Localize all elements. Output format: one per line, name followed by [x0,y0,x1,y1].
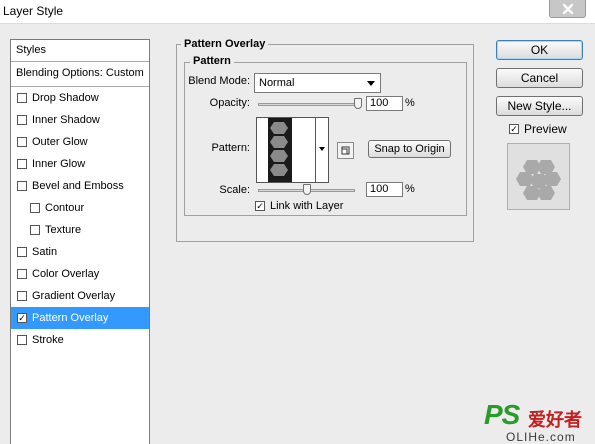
watermark-url: OLIHe.com [506,430,576,444]
opacity-slider-thumb[interactable] [354,98,362,109]
window-title: Layer Style [3,4,64,18]
scale-slider-thumb[interactable] [302,184,311,195]
dialog-body: Styles Blending Options: Custom Drop Sha… [0,24,595,444]
pattern-picker-dropdown[interactable] [316,117,329,183]
style-item-label: Bevel and Emboss [32,180,124,192]
style-item[interactable]: Contour [11,197,149,219]
blend-mode-label: Blend Mode: [188,75,250,87]
preview-label: Preview [524,122,567,136]
opacity-input[interactable]: 100 [366,96,403,111]
watermark-cn: 爱好者 [528,410,582,430]
style-item-checkbox[interactable] [17,269,27,279]
scale-label: Scale: [219,184,250,196]
style-item[interactable]: Gradient Overlay [11,285,149,307]
style-item[interactable]: Inner Glow [11,153,149,175]
watermark-logo: PS 爱好者 OLIHe.com [478,399,595,444]
link-with-layer-checkbox[interactable]: ✓ [255,201,265,211]
style-items: Drop Shadow Inner Shadow Outer Glow Inner G… [11,87,149,351]
style-item-label: Texture [45,224,82,236]
preview-checkbox[interactable]: ✓ [509,124,519,134]
style-item[interactable]: Bevel and Emboss [11,175,149,197]
style-item-label: Satin [32,246,58,258]
preview-thumbnail [507,143,570,210]
styles-list: Styles Blending Options: Custom Drop Sha… [10,39,150,444]
style-item[interactable]: Color Overlay [11,263,149,285]
style-item-checkbox[interactable] [17,247,27,257]
style-item-label: Color Overlay [32,268,100,280]
scale-unit: % [405,183,415,195]
style-item[interactable]: Outer Glow [11,131,149,153]
new-preset-button[interactable] [337,142,354,159]
ok-button[interactable]: OK [496,40,583,60]
style-item-checkbox[interactable] [17,335,27,345]
style-item-checkbox[interactable] [17,181,27,191]
blend-mode-value: Normal [259,77,295,89]
cancel-button[interactable]: Cancel [496,68,583,88]
style-item-checkbox[interactable] [30,225,40,235]
new-preset-icon [341,146,350,155]
blending-options-item[interactable]: Blending Options: Custom [11,62,149,87]
new-style-button[interactable]: New Style... [496,96,583,116]
style-item-label: Drop Shadow [32,92,99,104]
section-title: Pattern Overlay [181,38,269,50]
chevron-down-icon [319,147,325,151]
preview-row[interactable]: ✓ Preview [509,122,567,136]
style-item[interactable]: Texture [11,219,149,241]
opacity-unit: % [405,97,415,109]
watermark-ps: PS [484,399,520,430]
title-bar: Layer Style [0,0,595,24]
style-item[interactable]: Inner Shadow [11,109,149,131]
style-item-checkbox[interactable] [17,93,27,103]
style-item-label: Inner Glow [32,158,86,170]
pattern-swatch[interactable] [256,117,316,183]
style-item[interactable]: Drop Shadow [11,87,149,109]
scale-input[interactable]: 100 [366,182,403,197]
pattern-label: Pattern: [211,142,250,154]
style-item-checkbox[interactable]: ✓ [17,313,27,323]
style-item-checkbox[interactable] [17,291,27,301]
link-with-layer-row[interactable]: ✓ Link with Layer [255,200,343,212]
opacity-label: Opacity: [209,97,250,109]
close-icon [562,3,573,14]
blend-mode-select[interactable]: Normal [254,73,381,93]
style-item-checkbox[interactable] [17,137,27,147]
snap-to-origin-button[interactable]: Snap to Origin [368,140,451,158]
pattern-preview-icon [516,160,561,200]
style-item[interactable]: Stroke [11,329,149,351]
style-item-checkbox[interactable] [30,203,40,213]
chevron-down-icon [367,81,375,86]
style-item-label: Stroke [32,334,64,346]
style-item[interactable]: ✓ Pattern Overlay [11,307,149,329]
close-button[interactable] [549,0,586,18]
link-with-layer-label: Link with Layer [270,200,344,212]
style-item-label: Inner Shadow [32,114,100,126]
pattern-thumbnail-icon [257,118,315,182]
opacity-slider[interactable] [258,103,358,106]
style-item-checkbox[interactable] [17,159,27,169]
style-item-checkbox[interactable] [17,115,27,125]
styles-header[interactable]: Styles [11,40,149,62]
style-item-label: Outer Glow [32,136,88,148]
style-item-label: Pattern Overlay [32,312,109,324]
group-title: Pattern [190,55,234,67]
style-item-label: Contour [45,202,85,214]
style-item[interactable]: Satin [11,241,149,263]
style-item-label: Gradient Overlay [32,290,116,302]
